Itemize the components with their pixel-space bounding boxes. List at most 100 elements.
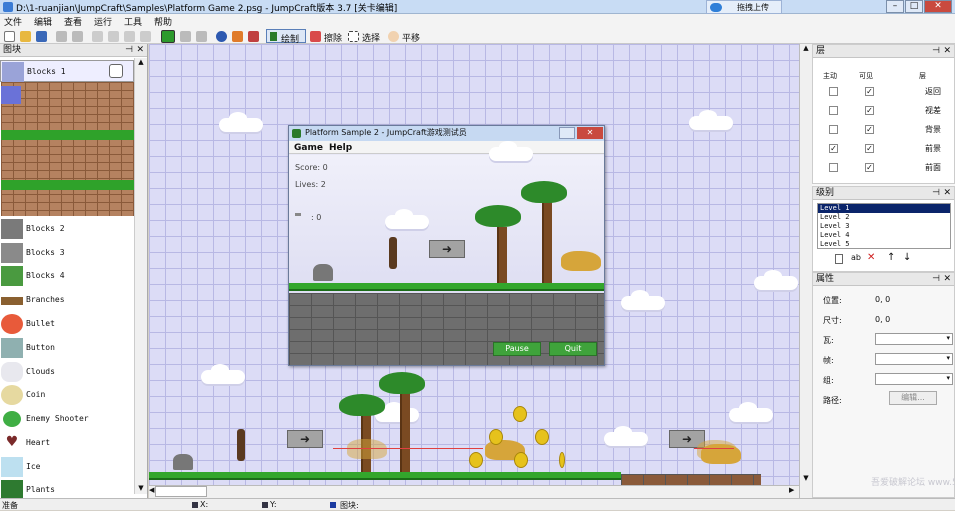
edit-path-button[interactable]: 编辑... xyxy=(889,391,937,405)
select-label[interactable]: 选择 xyxy=(362,31,380,44)
move-up-icon[interactable]: ↑ xyxy=(887,252,895,263)
move-down-icon[interactable]: ↓ xyxy=(903,252,911,263)
layer-active-checkbox[interactable] xyxy=(829,125,838,134)
menu-view[interactable]: 查看 xyxy=(64,15,82,28)
tile-item-blocks-2[interactable]: Blocks 2 xyxy=(0,218,134,240)
status-tile-label: 图块: xyxy=(340,501,359,510)
close-icon[interactable]: ✕ xyxy=(943,45,951,57)
tile-item-bullet[interactable]: Bullet xyxy=(0,313,134,335)
new-file-icon[interactable] xyxy=(4,31,15,42)
game-app-icon xyxy=(292,129,301,138)
draw-tool-button[interactable]: 绘制 xyxy=(266,29,306,45)
open-folder-icon[interactable] xyxy=(20,31,31,42)
layer-visible-checkbox[interactable]: ✓ xyxy=(865,144,874,153)
rename-icon[interactable]: ab xyxy=(851,253,861,262)
new-level-icon[interactable] xyxy=(835,254,843,264)
scroll-thumb[interactable] xyxy=(155,486,207,497)
eraser-icon[interactable] xyxy=(310,31,321,42)
cut-icon[interactable] xyxy=(92,31,103,42)
level-item[interactable]: Level 2 xyxy=(818,213,950,222)
scroll-right-icon[interactable]: ▶ xyxy=(789,486,794,494)
game-menu-game[interactable]: Game xyxy=(294,143,323,153)
layer-visible-checkbox[interactable]: ✓ xyxy=(865,163,874,172)
pan-label[interactable]: 平移 xyxy=(402,31,420,44)
tile-item-heart[interactable]: ♥ Heart xyxy=(0,432,134,454)
pause-icon[interactable] xyxy=(196,31,207,42)
home-icon[interactable] xyxy=(232,31,243,42)
level-item[interactable]: Level 1 xyxy=(818,204,950,213)
minimize-button[interactable]: – xyxy=(886,0,904,13)
erase-label[interactable]: 擦除 xyxy=(324,31,342,44)
canvas-horizontal-scrollbar[interactable]: ◀ ▶ xyxy=(149,485,799,498)
level-list[interactable]: Level 1 Level 2 Level 3 Level 4 Level 5 xyxy=(817,203,951,249)
group-select[interactable]: ▾ xyxy=(875,373,953,385)
canvas-vertical-scrollbar[interactable]: ▲ ▼ xyxy=(799,44,812,498)
level-item[interactable]: Level 4 xyxy=(818,231,950,240)
game-menu-help[interactable]: Help xyxy=(329,143,352,153)
game-viewport[interactable]: Score: 0 Lives: 2 : 0 ➜ Pause Quit xyxy=(289,141,604,365)
layer-visible-checkbox[interactable]: ✓ xyxy=(865,106,874,115)
pin-icon[interactable]: ⊣ xyxy=(932,273,940,285)
tile-item-enemy-shooter[interactable]: Enemy Shooter xyxy=(0,408,134,430)
delete-icon[interactable] xyxy=(140,31,151,42)
tile-select[interactable]: ▾ xyxy=(875,333,953,345)
layer-active-checkbox[interactable]: ✓ xyxy=(829,144,838,153)
layer-active-checkbox[interactable] xyxy=(829,163,838,172)
close-icon[interactable]: ✕ xyxy=(943,187,951,199)
tile-item-coin[interactable]: Coin xyxy=(0,384,134,406)
coin-sprite xyxy=(489,429,503,445)
select-icon[interactable] xyxy=(348,31,359,42)
save-icon[interactable] xyxy=(36,31,47,42)
scroll-left-icon[interactable]: ◀ xyxy=(149,486,154,494)
menu-file[interactable]: 文件 xyxy=(4,15,22,28)
close-icon[interactable]: ✕ xyxy=(943,273,951,285)
tile-item-blocks-3[interactable]: Blocks 3 xyxy=(0,242,134,264)
tile-item-ice[interactable]: Ice xyxy=(0,456,134,478)
tile-item-branches[interactable]: Branches xyxy=(0,289,134,311)
copy-icon[interactable] xyxy=(108,31,119,42)
close-icon[interactable]: ✕ xyxy=(136,44,144,56)
tile-item-button[interactable]: Button xyxy=(0,337,134,359)
tile-item-blocks-1[interactable]: Blocks 1 xyxy=(0,60,134,82)
users-icon[interactable] xyxy=(248,31,259,42)
close-button[interactable]: ✕ xyxy=(924,0,952,13)
delete-level-icon[interactable]: ✕ xyxy=(867,252,875,263)
layer-active-checkbox[interactable] xyxy=(829,87,838,96)
play-icon[interactable] xyxy=(161,30,175,43)
dice-icon[interactable] xyxy=(109,64,123,78)
chevron-down-icon: ▾ xyxy=(946,354,950,362)
undo-icon[interactable] xyxy=(56,31,67,42)
maximize-button[interactable]: □ xyxy=(905,0,923,13)
pin-icon[interactable]: ⊣ xyxy=(125,44,133,56)
pin-icon[interactable]: ⊣ xyxy=(932,187,940,199)
menu-edit[interactable]: 编辑 xyxy=(34,15,52,28)
pin-icon[interactable]: ⊣ xyxy=(932,45,940,57)
pause-button[interactable]: Pause xyxy=(493,342,541,356)
layer-visible-checkbox[interactable]: ✓ xyxy=(865,87,874,96)
menu-tools[interactable]: 工具 xyxy=(124,15,142,28)
tile-item-clouds[interactable]: Clouds xyxy=(0,361,134,383)
frame-select[interactable]: ▾ xyxy=(875,353,953,365)
upload-widget[interactable]: 拖拽上传 xyxy=(706,0,782,14)
scroll-down-icon[interactable]: ▼ xyxy=(136,484,146,494)
layer-active-checkbox[interactable] xyxy=(829,106,838,115)
tile-item-blocks-4[interactable]: Blocks 4 xyxy=(0,265,134,287)
game-close-button[interactable]: ✕ xyxy=(577,127,603,139)
level-item[interactable]: Level 5 xyxy=(818,240,950,249)
level-item[interactable]: Level 3 xyxy=(818,222,950,231)
stop-icon[interactable] xyxy=(180,31,191,42)
menu-help[interactable]: 帮助 xyxy=(154,15,172,28)
scroll-down-icon[interactable]: ▼ xyxy=(801,474,811,482)
layer-visible-checkbox[interactable]: ✓ xyxy=(865,125,874,134)
help-icon[interactable] xyxy=(216,31,227,42)
tiles-scrollbar[interactable]: ▲ ▼ xyxy=(134,58,147,494)
paste-icon[interactable] xyxy=(124,31,135,42)
quit-button[interactable]: Quit xyxy=(549,342,597,356)
scroll-up-icon[interactable]: ▲ xyxy=(136,58,146,68)
tileset-preview[interactable] xyxy=(1,82,134,216)
hand-icon[interactable] xyxy=(388,31,399,42)
redo-icon[interactable] xyxy=(72,31,83,42)
game-minimize-button[interactable] xyxy=(559,127,575,139)
menu-run[interactable]: 运行 xyxy=(94,15,112,28)
scroll-up-icon[interactable]: ▲ xyxy=(801,44,811,52)
